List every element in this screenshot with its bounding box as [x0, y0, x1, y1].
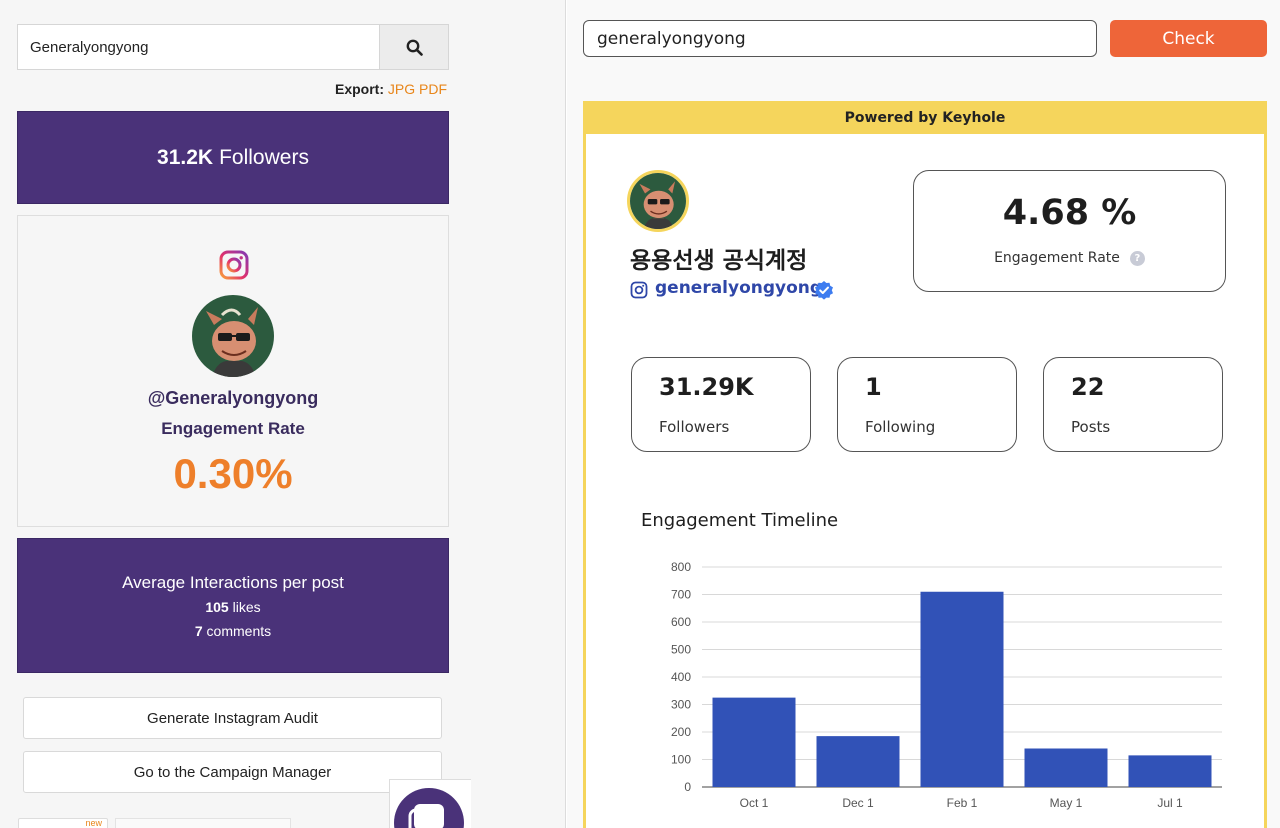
followers-banner: 31.2K Followers	[17, 111, 449, 204]
stat-label: Followers	[659, 418, 730, 436]
average-interactions-title: Average Interactions per post	[122, 573, 344, 592]
help-icon[interactable]: ?	[1129, 251, 1145, 266]
right-panel: Check Powered by Keyhole 용용선생 공식계정 gener…	[567, 0, 1280, 828]
engagement-rate-label: Engagement Rate	[994, 250, 1120, 266]
x-tick-label: May 1	[1050, 796, 1083, 810]
secondary-tag[interactable]	[115, 818, 291, 828]
export-bar: Export: JPG PDF	[335, 81, 447, 97]
stat-value: 22	[1071, 373, 1105, 401]
y-tick-label: 700	[671, 588, 691, 602]
stat-card-following: 1 Following	[837, 357, 1017, 452]
y-tick-label: 500	[671, 643, 691, 657]
bar	[920, 591, 1004, 787]
stat-value: 1	[865, 373, 882, 401]
engagement-rate-value: 4.68 %	[1002, 193, 1137, 233]
y-tick-label: 600	[671, 615, 691, 629]
generate-audit-button[interactable]: Generate Instagram Audit	[23, 697, 442, 739]
bar	[1128, 755, 1212, 787]
left-panel: Export: JPG PDF 31.2K Followers	[0, 0, 566, 828]
keyhole-widget: Powered by Keyhole 용용선생 공식계정 generalyong…	[583, 101, 1267, 828]
campaign-manager-button[interactable]: Go to the Campaign Manager	[23, 751, 442, 793]
engagement-rate-value: 0.30%	[173, 450, 293, 497]
engagement-timeline-chart: 0 100 200 300 400 500 600 700 800 Oct 1 Dec 1 Feb 1…	[671, 560, 1222, 810]
username-input[interactable]	[583, 20, 1097, 57]
stat-value: 31.29K	[659, 373, 754, 401]
dragon-avatar-image	[192, 295, 274, 377]
y-tick-label: 800	[671, 560, 691, 574]
chat-widget[interactable]	[389, 779, 471, 828]
comments-count: 7	[194, 623, 203, 639]
stat-label: Following	[865, 418, 936, 436]
display-name: 용용선생 공식계정	[630, 248, 808, 274]
check-button[interactable]: Check	[1110, 20, 1267, 57]
engagement-rate-card: 4.68 % Engagement Rate?	[913, 170, 1226, 292]
search-bar	[17, 24, 449, 70]
stat-card-posts: 22 Posts	[1043, 357, 1223, 452]
comments-label: comments	[206, 623, 272, 639]
export-label: Export:	[334, 81, 384, 97]
engagement-rate-label-row: Engagement Rate?	[914, 250, 1225, 266]
followers-label: Followers	[219, 145, 309, 169]
x-tick-label: Jul 1	[1157, 796, 1183, 810]
y-tick-label: 300	[671, 698, 691, 712]
followers-count: 31.2K	[157, 145, 214, 169]
bar	[1024, 748, 1108, 787]
engagement-timeline-title: Engagement Timeline	[641, 510, 839, 531]
y-tick-label: 100	[671, 753, 691, 767]
y-tick-label: 400	[671, 670, 691, 684]
search-input[interactable]	[18, 25, 380, 69]
powered-by-banner[interactable]: Powered by Keyhole	[583, 101, 1267, 134]
dragon-avatar-image	[630, 173, 686, 229]
likes-count: 105	[205, 599, 229, 615]
avatar	[192, 295, 274, 377]
instagram-icon	[630, 281, 648, 299]
likes-line: 105 likes	[18, 599, 448, 615]
y-tick-label: 200	[671, 725, 691, 739]
export-jpg-link[interactable]: JPG	[388, 81, 415, 97]
stat-card-followers: 31.29K Followers	[631, 357, 811, 452]
y-tick-label: 0	[684, 780, 691, 794]
search-icon	[406, 39, 423, 56]
bar	[712, 697, 796, 787]
comments-line: 7 comments	[18, 623, 448, 639]
new-badge: new	[85, 818, 102, 828]
search-button[interactable]	[379, 25, 448, 69]
profile-username-link[interactable]: generalyongyong	[655, 278, 822, 298]
profile-card: @Generalyongyong Engagement Rate 0.30%	[17, 215, 449, 527]
new-feature-tag[interactable]: new	[18, 818, 108, 828]
verified-badge-icon	[815, 281, 833, 300]
chat-launcher-button[interactable]	[394, 788, 464, 828]
likes-label: likes	[232, 599, 261, 615]
profile-handle: @Generalyongyong	[147, 388, 319, 408]
average-interactions-panel: Average Interactions per post 105 likes …	[17, 538, 449, 673]
bar	[816, 736, 900, 787]
export-pdf-link[interactable]: PDF	[419, 81, 447, 97]
x-tick-label: Oct 1	[740, 796, 769, 810]
instagram-icon	[219, 250, 249, 280]
stat-label: Posts	[1071, 418, 1111, 436]
x-tick-label: Feb 1	[947, 796, 978, 810]
profile-avatar	[627, 170, 689, 232]
x-tick-label: Dec 1	[842, 796, 874, 810]
chat-icon	[408, 804, 444, 828]
engagement-rate-label: Engagement Rate	[161, 419, 305, 438]
